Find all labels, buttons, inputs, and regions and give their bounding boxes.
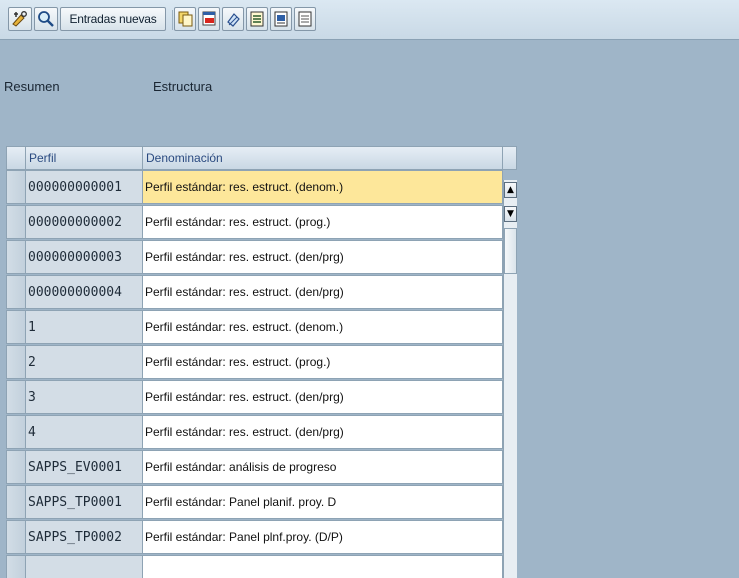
copy-as-button[interactable]: [174, 7, 196, 31]
table-row[interactable]: SAPPS_EV0001 Perfil estándar: análisis de…: [6, 450, 503, 484]
scroll-down-button[interactable]: ▼: [504, 206, 517, 222]
scroll-up-button[interactable]: ▲: [504, 182, 517, 198]
table-row[interactable]: 000000000004 Perfil estándar: res. estruc…: [6, 275, 503, 309]
row-selector[interactable]: [6, 240, 26, 274]
table-header-row: Perfil Denominación: [6, 146, 517, 170]
delete-button[interactable]: [198, 7, 220, 31]
cell-perfil[interactable]: 2: [26, 345, 143, 379]
column-settings-header[interactable]: [503, 146, 517, 170]
row-selector[interactable]: [6, 485, 26, 519]
cell-perfil[interactable]: SAPPS_EV0001: [26, 450, 143, 484]
cell-denominacion[interactable]: Perfil estándar: res. estruct. (den/prg): [143, 240, 503, 274]
cell-denominacion[interactable]: Perfil estándar: res. estruct. (den/prg): [143, 275, 503, 309]
cell-denominacion[interactable]: Perfil estándar: análisis de progreso: [143, 450, 503, 484]
row-selector[interactable]: [6, 450, 26, 484]
table-row[interactable]: SAPPS_TP0001 Perfil estándar: Panel plani…: [6, 485, 503, 519]
table-row[interactable]: 1 Perfil estándar: res. estruct. (denom.): [6, 310, 503, 344]
cell-denominacion[interactable]: Perfil estándar: res. estruct. (denom.): [143, 310, 503, 344]
select-all-button[interactable]: [246, 7, 268, 31]
cell-denominacion[interactable]: Perfil estándar: res. estruct. (denom.): [143, 170, 503, 204]
deselect-all-button[interactable]: [294, 7, 316, 31]
cell-denominacion[interactable]: Perfil estándar: Panel planif. proy. D: [143, 485, 503, 519]
cell-perfil[interactable]: 4: [26, 415, 143, 449]
row-selector[interactable]: [6, 415, 26, 449]
row-selector[interactable]: [6, 520, 26, 554]
cell-perfil[interactable]: [26, 555, 143, 578]
cell-perfil[interactable]: 1: [26, 310, 143, 344]
cell-perfil[interactable]: SAPPS_TP0002: [26, 520, 143, 554]
undo-icon: [227, 13, 240, 27]
cell-perfil[interactable]: 000000000003: [26, 240, 143, 274]
find-icon: [38, 11, 54, 27]
row-selector[interactable]: [6, 555, 26, 578]
delete-icon: [202, 11, 216, 26]
row-selector[interactable]: [6, 205, 26, 239]
row-selector[interactable]: [6, 345, 26, 379]
cell-perfil[interactable]: 000000000002: [26, 205, 143, 239]
table-row[interactable]: 000000000003 Perfil estándar: res. estruc…: [6, 240, 503, 274]
column-header-perfil[interactable]: Perfil: [26, 146, 143, 170]
cell-denominacion[interactable]: Perfil estándar: res. estruct. (den/prg): [143, 380, 503, 414]
table-row[interactable]: 2 Perfil estándar: res. estruct. (prog.): [6, 345, 503, 379]
cell-denominacion[interactable]: Perfil estándar: res. estruct. (den/prg): [143, 415, 503, 449]
glasses-pencil-icon: [12, 11, 27, 27]
table-row[interactable]: 3 Perfil estándar: res. estruct. (den/prg…: [6, 380, 503, 414]
copy-icon: [178, 11, 193, 27]
application-toolbar: Entradas nuevas: [0, 0, 739, 40]
cell-perfil[interactable]: 3: [26, 380, 143, 414]
cell-perfil[interactable]: 000000000001: [26, 170, 143, 204]
row-selector[interactable]: [6, 170, 26, 204]
profiles-table: Perfil Denominación 000000000001 Perfil e…: [6, 146, 517, 578]
deselect-all-icon: [298, 11, 312, 27]
select-block-button[interactable]: [270, 7, 292, 31]
cell-denominacion[interactable]: [143, 555, 503, 578]
cell-denominacion[interactable]: Perfil estándar: res. estruct. (prog.): [143, 205, 503, 239]
select-all-rows-header[interactable]: [6, 146, 26, 170]
cell-denominacion[interactable]: Perfil estándar: Panel plnf.proy. (D/P): [143, 520, 503, 554]
cell-denominacion[interactable]: Perfil estándar: res. estruct. (prog.): [143, 345, 503, 379]
vertical-scrollbar[interactable]: ▲ ▼: [503, 180, 517, 578]
cell-perfil[interactable]: SAPPS_TP0001: [26, 485, 143, 519]
undo-change-button[interactable]: [222, 7, 244, 31]
row-selector[interactable]: [6, 380, 26, 414]
toolbar-separator: [172, 10, 173, 30]
table-row[interactable]: [6, 555, 503, 578]
table-row[interactable]: 000000000002 Perfil estándar: res. estruc…: [6, 205, 503, 239]
scrollbar-thumb[interactable]: [504, 228, 517, 274]
display-change-button[interactable]: [8, 7, 32, 31]
select-block-icon: [274, 11, 288, 27]
column-header-denominacion[interactable]: Denominación: [143, 146, 503, 170]
tab-resumen[interactable]: Resumen: [4, 79, 60, 94]
row-selector[interactable]: [6, 275, 26, 309]
row-selector[interactable]: [6, 310, 26, 344]
find-button[interactable]: [34, 7, 58, 31]
table-row[interactable]: 000000000001 Perfil estándar: res. estruc…: [6, 170, 503, 204]
table-row[interactable]: SAPPS_TP0002 Perfil estándar: Panel plnf.…: [6, 520, 503, 554]
cell-perfil[interactable]: 000000000004: [26, 275, 143, 309]
table-row[interactable]: 4 Perfil estándar: res. estruct. (den/prg…: [6, 415, 503, 449]
new-entries-button[interactable]: Entradas nuevas: [60, 7, 166, 31]
select-all-icon: [250, 11, 264, 27]
tab-estructura[interactable]: Estructura: [153, 79, 212, 94]
